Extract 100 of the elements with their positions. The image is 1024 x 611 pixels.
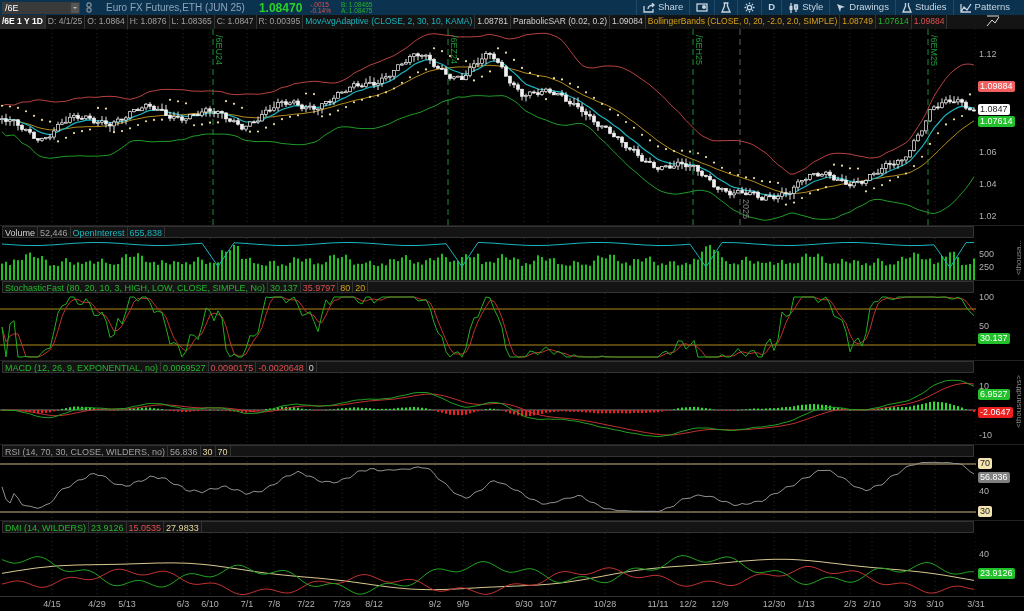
study-legend-item: /6E 1 Y 1D bbox=[0, 15, 46, 29]
date-axis-label: 7/29 bbox=[333, 599, 351, 609]
event-label: /6EM25 bbox=[929, 35, 939, 67]
axis-tick-label: 50 bbox=[979, 321, 989, 331]
study-legend-item: R: 0.00395 bbox=[256, 15, 304, 29]
date-axis-label: 12/2 bbox=[679, 599, 697, 609]
study-legend-item: MACD (12, 26, 9, EXPONENTIAL, no) bbox=[3, 362, 162, 372]
study-legend-item: 1.08749 bbox=[840, 15, 876, 29]
value-badge: 1.09884 bbox=[978, 81, 1015, 92]
axis-unit-label: <thousa... bbox=[1014, 240, 1024, 276]
study-legend-item: RSI (14, 70, 30, CLOSE, WILDERS, no) bbox=[3, 446, 169, 456]
date-axis-label: 12/30 bbox=[762, 599, 786, 609]
event-label: /6EH25 bbox=[694, 35, 704, 66]
study-legend-item: BollingerBands (CLOSE, 0, 20, -2.0, 2.0, SIMPLE) bbox=[645, 15, 841, 29]
last-price: 1.08470 bbox=[258, 0, 303, 15]
share-icon bbox=[642, 2, 655, 13]
study-legend-item: -0.0020648 bbox=[256, 362, 307, 372]
event-label: /6EZ24 bbox=[449, 35, 459, 65]
date-axis-label: 2/10 bbox=[863, 599, 881, 609]
study-legend-item: StochasticFast (80, 20, 10, 3, HIGH, LOW, CLOSE, SIMPLE, No) bbox=[3, 282, 269, 292]
study-legend-item: 1.09084 bbox=[610, 15, 646, 29]
study-legend-item: 1.07614 bbox=[875, 15, 912, 29]
axis-tick-label: 1.12 bbox=[979, 49, 997, 59]
date-axis-label: 3/10 bbox=[926, 599, 944, 609]
date-axis-label: 3/3 bbox=[903, 599, 917, 609]
candlestick-icon bbox=[788, 2, 800, 13]
date-axis-label: 7/1 bbox=[240, 599, 254, 609]
symbol-field[interactable]: /6E bbox=[2, 1, 80, 14]
date-axis-label: 4/29 bbox=[88, 599, 106, 609]
value-badge: -2.0647 bbox=[978, 407, 1013, 418]
study-legend-item: C: 1.0847 bbox=[214, 15, 257, 29]
study-legend-item: 1.09884 bbox=[911, 15, 948, 29]
date-axis-label: 3/31 bbox=[967, 599, 985, 609]
axis-tick-label: 40 bbox=[979, 549, 989, 559]
monitor-icon bbox=[696, 2, 709, 13]
pattern-icon bbox=[959, 2, 972, 13]
study-legend-item: MovAvgAdaptive (CLOSE, 2, 30, 10, KAMA) bbox=[303, 15, 476, 29]
value-badge: 6.9527 bbox=[978, 389, 1010, 400]
study-legend-item: 30.137 bbox=[268, 282, 301, 292]
date-axis-label: 10/7 bbox=[539, 599, 557, 609]
study-legend-item: 80 bbox=[338, 282, 354, 292]
axis-tick-label: 40 bbox=[979, 486, 989, 496]
settings-icon bbox=[744, 2, 756, 13]
axis-tick-label: -10 bbox=[979, 430, 992, 440]
value-badge: 56.836 bbox=[978, 472, 1010, 483]
value-badge: 1.07614 bbox=[978, 116, 1015, 127]
instrument-description: Euro FX Futures,ETH (JUN 25) bbox=[106, 1, 245, 15]
date-axis-label: 8/12 bbox=[365, 599, 383, 609]
value-badge: 30 bbox=[978, 506, 992, 517]
study-legend-item: ParabolicSAR (0.02, 0.2) bbox=[511, 15, 611, 29]
value-badge: 1.0847 bbox=[978, 104, 1010, 115]
study-legend-item: 52,446 bbox=[38, 227, 71, 237]
cursor-icon bbox=[836, 2, 847, 13]
study-legend-item: L: 1.08365 bbox=[169, 15, 215, 29]
study-legend-item: 0 bbox=[306, 362, 317, 372]
date-axis-label: 10/28 bbox=[593, 599, 617, 609]
study-legend-item: 35.9797 bbox=[300, 282, 339, 292]
date-axis-label: 7/22 bbox=[297, 599, 315, 609]
flask-icon bbox=[901, 2, 912, 13]
study-legend-item: D: 4/1/25 bbox=[45, 15, 86, 29]
expand-icon[interactable] bbox=[986, 15, 1000, 27]
study-legend-item: 15.0535 bbox=[126, 522, 165, 532]
date-axis-label: 6/3 bbox=[176, 599, 190, 609]
date-axis-label: 11/11 bbox=[647, 599, 669, 609]
study-legend-item: H: 1.0876 bbox=[127, 15, 170, 29]
study-legend-item: DMI (14, WILDERS) bbox=[3, 522, 89, 532]
study-legend-item: 23.9126 bbox=[89, 522, 127, 532]
value-badge: 23.9126 bbox=[978, 568, 1015, 579]
date-axis-label: 9/9 bbox=[456, 599, 470, 609]
axis-tick-label: 1.06 bbox=[979, 147, 997, 157]
flask-icon bbox=[721, 2, 732, 13]
axis-tick-label: 250 bbox=[979, 262, 995, 272]
study-legend-item: O: 1.0864 bbox=[85, 15, 128, 29]
date-axis-label: 9/2 bbox=[428, 599, 442, 609]
date-axis-label: 4/15 bbox=[43, 599, 61, 609]
axis-tick-label: 1.02 bbox=[979, 211, 997, 221]
value-badge: 70 bbox=[978, 458, 992, 469]
date-axis-label: 1/13 bbox=[797, 599, 815, 609]
axis-unit-label: <thousandths> bbox=[1014, 375, 1024, 428]
event-label: /6EU24 bbox=[214, 35, 224, 66]
date-axis-label: 9/30 bbox=[515, 599, 533, 609]
date-axis-label: 2/3 bbox=[843, 599, 857, 609]
study-legend-item: Volume bbox=[3, 227, 39, 237]
study-legend-item: 30 bbox=[200, 446, 216, 456]
study-legend-item: OpenInterest bbox=[70, 227, 128, 237]
date-axis-label: 5/13 bbox=[118, 599, 136, 609]
study-legend-item: 70 bbox=[215, 446, 231, 456]
axis-tick-label: 1.04 bbox=[979, 179, 997, 189]
study-legend-item: 27.9833 bbox=[164, 522, 202, 532]
event-label: 2025 bbox=[741, 198, 751, 219]
link-icon[interactable] bbox=[86, 2, 94, 13]
study-legend-item: 0.0069527 bbox=[161, 362, 209, 372]
study-legend-item: 655,838 bbox=[127, 227, 166, 237]
axis-tick-label: 100 bbox=[979, 292, 995, 302]
study-legend-item: 56.836 bbox=[168, 446, 201, 456]
study-legend-item: 0.0090175 bbox=[208, 362, 257, 372]
study-legend-item: 20 bbox=[353, 282, 369, 292]
caret-icon[interactable] bbox=[71, 2, 79, 13]
value-badge: 30.137 bbox=[978, 333, 1010, 344]
date-axis-label: 6/10 bbox=[201, 599, 219, 609]
